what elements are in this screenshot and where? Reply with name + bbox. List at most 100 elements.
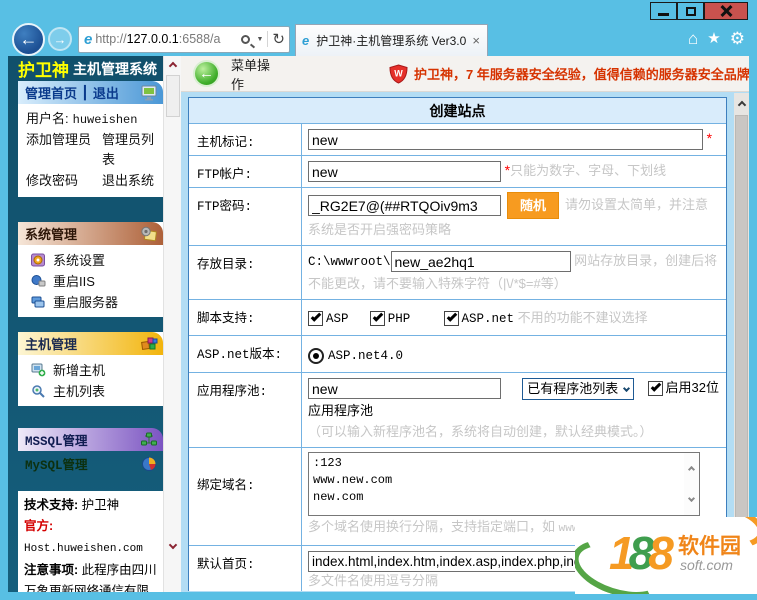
- browser-window: ← → e http://127.0.0.1:6588/a ▼ ↻ e 护卫神·…: [0, 0, 757, 600]
- scroll-thumb[interactable]: [735, 115, 748, 543]
- php-checkbox[interactable]: [369, 311, 385, 327]
- divider: [267, 31, 269, 47]
- textarea-scrollbar[interactable]: [684, 452, 699, 515]
- mssql-nodes-icon: [140, 432, 158, 448]
- favorites-star-icon[interactable]: ★: [707, 30, 720, 48]
- sidebar-item-restart-server[interactable]: 重启服务器: [31, 291, 163, 312]
- restart-iis-icon: [31, 274, 46, 288]
- minimize-button[interactable]: [650, 2, 677, 20]
- account-panel: 管理首页 ┃ 退出 用户名: huweishen 添加管理员 管理员列表 修改密…: [18, 81, 163, 197]
- add-admin-link[interactable]: 添加管理员: [26, 130, 102, 170]
- magnifier-icon: [31, 384, 46, 398]
- scroll-down-arrow[interactable]: [168, 540, 177, 550]
- ie-tab-icon: e: [302, 33, 310, 48]
- tab-close-icon[interactable]: ×: [470, 33, 482, 48]
- official-label: 官方:: [24, 519, 54, 533]
- aspnet-checkbox[interactable]: [443, 311, 459, 327]
- back-arrow-icon: ←: [199, 65, 214, 82]
- system-management-panel: 系统管理 系统设置 重启IIS 重启服务器: [18, 222, 163, 317]
- app-brand: 护卫神: [18, 61, 69, 80]
- select-caret-icon: [623, 385, 631, 393]
- watermark-logo: 188 软件园 soft.com: [575, 517, 757, 594]
- brand-slogan: 护卫神，7 年服务器安全经验，值得信赖的服务器安全品牌。: [413, 67, 749, 82]
- browser-tab[interactable]: e 护卫神·主机管理系统 Ver3.0 ×: [295, 24, 488, 56]
- ftp-account-input[interactable]: [308, 161, 501, 183]
- sidebar: 护卫神 主机管理系统 管理首页 ┃ 退出 用户名: huweishen 添加管理…: [8, 56, 163, 592]
- url-text[interactable]: http://127.0.0.1:6588/a: [95, 32, 241, 46]
- scroll-up-arrow[interactable]: [168, 61, 177, 71]
- svg-text:W: W: [394, 68, 403, 78]
- watermark-name: 软件园: [678, 535, 741, 558]
- search-icon[interactable]: [241, 34, 251, 44]
- menu-operations-label[interactable]: 菜单操作: [231, 56, 281, 93]
- enable-32bit-checkbox[interactable]: [647, 381, 663, 397]
- refresh-icon[interactable]: ↻: [272, 30, 285, 48]
- database-panels: MSSQL管理 MySQL管理: [18, 428, 163, 475]
- aspnet4-radio[interactable]: [308, 347, 324, 364]
- sidebar-item-host-list[interactable]: 主机列表: [31, 380, 163, 401]
- change-password-link[interactable]: 修改密码: [26, 171, 102, 191]
- close-button[interactable]: [704, 2, 748, 20]
- gear-doc-icon: [140, 226, 158, 242]
- restart-server-icon: [31, 295, 46, 309]
- ftp-password-input[interactable]: [308, 195, 501, 217]
- exit-system-link[interactable]: 退出系统: [102, 171, 163, 191]
- sidebar-item-restart-iis[interactable]: 重启IIS: [31, 270, 163, 291]
- admin-home-link[interactable]: 管理首页: [25, 83, 77, 102]
- watermark-domain: soft.com: [680, 557, 733, 573]
- section-title-host: 主机管理: [25, 337, 78, 352]
- cubes-icon: [140, 336, 158, 352]
- main-frame: ← 菜单操作 W 护卫神，7 年服务器安全经验，值得信赖的服务器安全品牌。 创建…: [181, 56, 749, 592]
- section-title-system: 系统管理: [25, 227, 78, 242]
- sidebar-vertical-scrollbar[interactable]: [163, 56, 181, 592]
- random-password-button[interactable]: 随机: [507, 192, 560, 220]
- add-host-icon: [31, 363, 46, 377]
- default-pages-label: 默认首页:: [189, 545, 302, 591]
- back-button[interactable]: ←: [12, 22, 45, 56]
- directory-label: 存放目录:: [189, 246, 302, 300]
- mysql-pie-icon: [141, 456, 158, 472]
- directory-prefix: C:\wwwroot\: [308, 255, 391, 270]
- forward-button[interactable]: →: [48, 27, 72, 51]
- logout-link[interactable]: 退出: [93, 83, 119, 102]
- title-bar: [0, 0, 757, 22]
- scroll-thumb[interactable]: [165, 75, 180, 117]
- menu-back-button[interactable]: ←: [193, 60, 220, 87]
- monitor-icon: [141, 85, 158, 101]
- home-icon[interactable]: ⌂: [688, 30, 698, 48]
- host-management-panel: 主机管理 新增主机 主机列表: [18, 332, 163, 406]
- host-tag-label: 主机标记:: [189, 124, 302, 156]
- official-site[interactable]: Host.huweishen.com: [24, 543, 143, 555]
- ftp-password-label: FTP密码:: [189, 188, 302, 246]
- sidebar-item-mysql[interactable]: MySQL管理: [18, 452, 163, 475]
- scroll-down-arrow[interactable]: [687, 494, 696, 502]
- scroll-up-arrow[interactable]: [737, 100, 746, 110]
- address-bar[interactable]: e http://127.0.0.1:6588/a ▼ ↻: [78, 25, 290, 53]
- support-label: 技术支持:: [24, 498, 79, 512]
- scroll-up-arrow[interactable]: [687, 465, 696, 473]
- app-pool-label: 应用程序池:: [189, 373, 302, 447]
- notice-label: 注意事项:: [24, 563, 79, 577]
- sidebar-item-system-settings[interactable]: 系统设置: [31, 249, 163, 270]
- host-tag-input[interactable]: [308, 129, 703, 151]
- settings-gear-icon: [31, 253, 46, 267]
- domains-textarea[interactable]: :123 www.new.com new.com: [309, 452, 699, 515]
- admin-list-link[interactable]: 管理员列表: [102, 130, 163, 170]
- sidebar-item-mssql[interactable]: MSSQL管理: [18, 428, 163, 451]
- forward-icon: →: [53, 31, 67, 47]
- form-title: 创建站点: [189, 98, 726, 123]
- app-pool-input[interactable]: [308, 378, 501, 400]
- browser-navbar: ← → e http://127.0.0.1:6588/a ▼ ↻ e 护卫神·…: [0, 22, 757, 56]
- aspnet-version-label: ASP.net版本:: [189, 336, 302, 373]
- dropdown-caret-icon[interactable]: ▼: [256, 36, 263, 43]
- back-icon: ←: [19, 28, 38, 49]
- maximize-button[interactable]: [677, 2, 704, 20]
- asp-checkbox[interactable]: [308, 311, 323, 327]
- ie-page-icon: e: [84, 30, 93, 48]
- minimize-icon: [658, 13, 669, 16]
- app-pool-select[interactable]: 已有程序池列表: [522, 377, 635, 400]
- username-label: 用户名:: [26, 111, 69, 126]
- sidebar-item-add-host[interactable]: 新增主机: [31, 359, 163, 380]
- directory-input[interactable]: [390, 251, 571, 273]
- gear-icon[interactable]: ⚙: [730, 30, 745, 48]
